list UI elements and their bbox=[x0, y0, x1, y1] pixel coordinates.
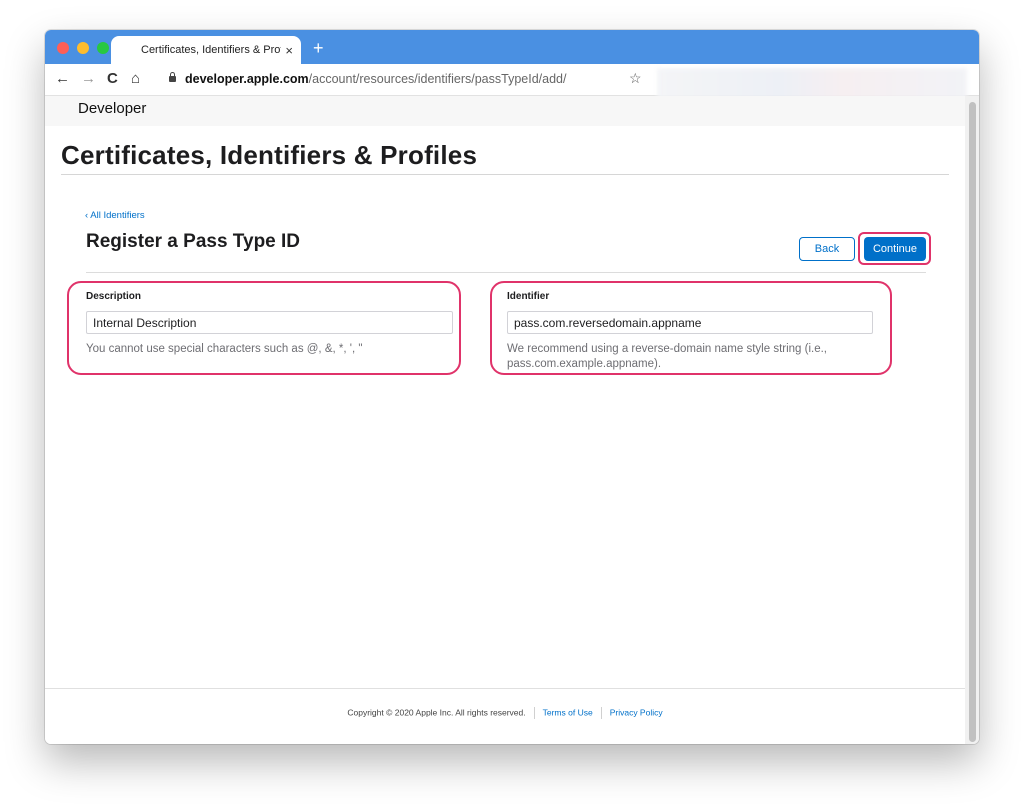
tab-bar: Certificates, Identifiers & Profiles × + bbox=[45, 30, 979, 64]
identifier-highlight bbox=[490, 281, 892, 375]
forward-arrow-icon[interactable]: → bbox=[81, 70, 96, 88]
scrollbar-thumb[interactable] bbox=[969, 102, 976, 742]
footer-separator bbox=[600, 707, 602, 719]
new-tab-button[interactable]: + bbox=[313, 39, 324, 57]
url-path: /account/resources/identifiers/passTypeI… bbox=[308, 72, 567, 86]
privacy-policy-link[interactable]: Privacy Policy bbox=[610, 707, 663, 717]
address-bar[interactable]: developer.apple.com/account/resources/id… bbox=[185, 72, 566, 86]
page-title: Certificates, Identifiers & Profiles bbox=[61, 140, 478, 170]
footer: Copyright © 2020 Apple Inc. All rights r… bbox=[45, 707, 965, 719]
zoom-window-button[interactable] bbox=[97, 42, 109, 54]
copyright-text: Copyright © 2020 Apple Inc. All rights r… bbox=[347, 707, 526, 718]
tab-title: Certificates, Identifiers & Profiles bbox=[141, 44, 281, 56]
section-title: Register a Pass Type ID bbox=[86, 231, 301, 252]
title-divider bbox=[61, 174, 949, 175]
back-arrow-icon[interactable]: ← bbox=[55, 70, 70, 88]
url-host: developer.apple.com bbox=[185, 72, 309, 86]
footer-separator bbox=[533, 707, 535, 719]
home-icon[interactable]: ⌂ bbox=[131, 70, 140, 88]
all-identifiers-link[interactable]: ‹ All Identifiers bbox=[85, 210, 145, 221]
close-window-button[interactable] bbox=[57, 42, 69, 54]
close-tab-icon[interactable]: × bbox=[285, 43, 293, 58]
continue-highlight bbox=[858, 232, 931, 265]
developer-header: Developer bbox=[45, 96, 965, 126]
description-highlight bbox=[67, 281, 461, 375]
bookmark-star-icon[interactable]: ☆ bbox=[629, 70, 642, 87]
browser-window: Certificates, Identifiers & Profiles × +… bbox=[45, 30, 979, 744]
terms-of-use-link[interactable]: Terms of Use bbox=[543, 707, 593, 717]
reload-icon[interactable]: C bbox=[107, 70, 118, 88]
developer-brand[interactable]: Developer bbox=[78, 100, 146, 117]
lock-icon[interactable] bbox=[169, 72, 176, 82]
minimize-window-button[interactable] bbox=[77, 42, 89, 54]
section-divider bbox=[86, 272, 926, 273]
footer-divider bbox=[45, 688, 965, 689]
tab-certificates[interactable]: Certificates, Identifiers & Profiles × bbox=[111, 36, 301, 64]
page-content: Developer Certificates, Identifiers & Pr… bbox=[45, 96, 965, 744]
back-button[interactable]: Back bbox=[799, 237, 855, 261]
